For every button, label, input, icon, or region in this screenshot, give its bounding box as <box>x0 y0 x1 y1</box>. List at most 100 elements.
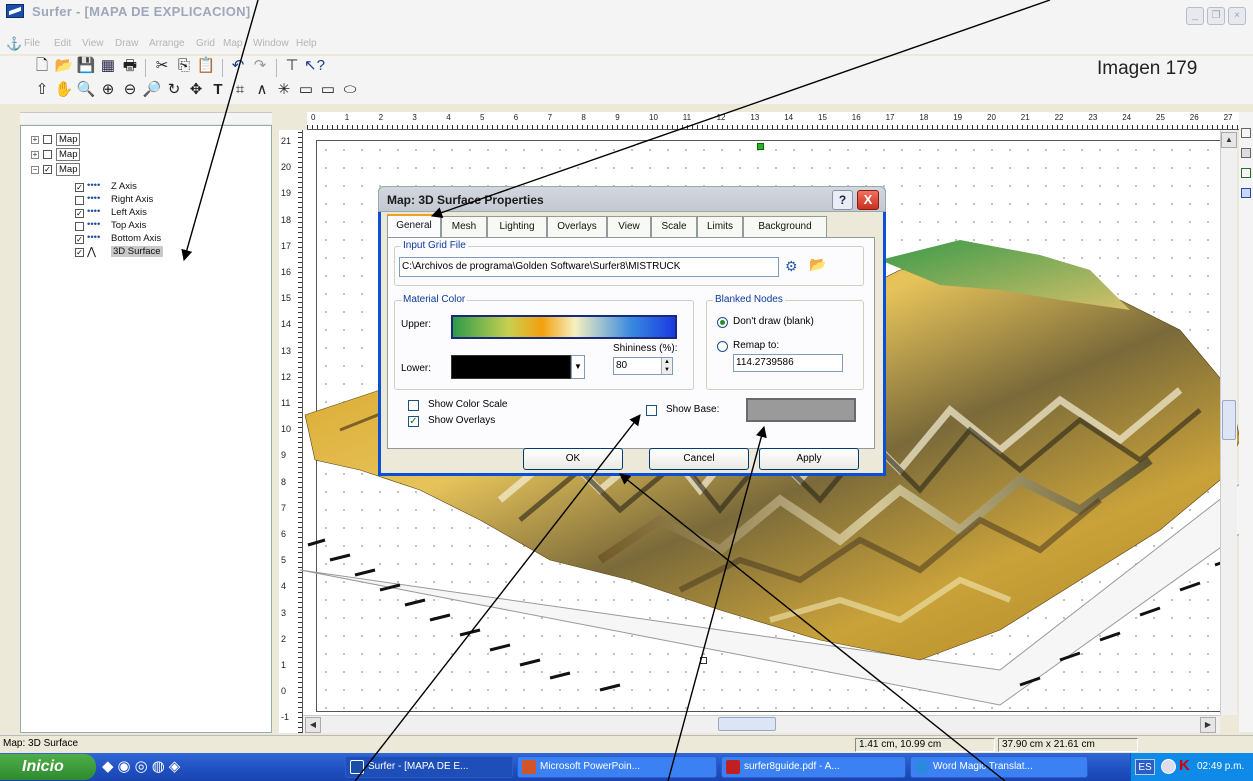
tree-item-map-1[interactable]: Map <box>56 133 81 146</box>
tree-item-right-axis[interactable]: Right Axis <box>111 194 153 205</box>
dialog-help-button[interactable]: ? <box>832 190 853 210</box>
lower-color-swatch[interactable] <box>451 355 571 379</box>
apply-button[interactable]: Apply <box>759 448 859 470</box>
ellipse-icon[interactable]: ⬭ <box>340 80 360 100</box>
tab-scale[interactable]: Scale <box>651 216 697 237</box>
map-1-checkbox[interactable] <box>43 135 52 144</box>
move-icon[interactable]: ✥ <box>186 80 206 100</box>
selection-handle[interactable] <box>757 143 764 150</box>
properties-icon[interactable]: ⊤ <box>282 56 302 76</box>
new-icon[interactable]: 🗋 <box>32 56 52 76</box>
tree-item-bottom-axis[interactable]: Bottom Axis <box>111 233 161 244</box>
text-icon[interactable]: T <box>208 80 228 100</box>
close-button[interactable]: × <box>1228 7 1246 25</box>
menu-edit[interactable]: Edit <box>54 38 71 49</box>
rounded-rectangle-icon[interactable]: ▭ <box>318 80 338 100</box>
collapse-icon[interactable]: − <box>31 166 39 174</box>
tree-item-z-axis[interactable]: Z Axis <box>111 181 137 192</box>
zoom-out-icon[interactable]: ⊖ <box>120 80 140 100</box>
tab-limits[interactable]: Limits <box>697 216 743 237</box>
tree-item-left-axis[interactable]: Left Axis <box>111 207 147 218</box>
task-powerpoint[interactable]: Microsoft PowerPoin... <box>517 756 717 778</box>
zoom-rect-icon[interactable]: 🔎 <box>142 80 162 100</box>
menu-draw[interactable]: Draw <box>115 38 138 49</box>
remap-radio[interactable] <box>717 341 728 352</box>
open-icon[interactable]: 📂 <box>54 56 74 76</box>
remap-value-input[interactable]: 114.2739586 <box>733 354 843 372</box>
polygon-icon[interactable]: ⌗ <box>230 80 250 100</box>
base-color-swatch[interactable] <box>746 398 856 422</box>
zoom-icon[interactable]: 🔍 <box>76 80 96 100</box>
shininess-spinner[interactable]: ▲ ▼ <box>661 358 672 374</box>
vertical-scrollbar[interactable]: ▲ <box>1220 130 1237 715</box>
rectangle-icon[interactable]: ▭ <box>296 80 316 100</box>
chevron-down-icon[interactable]: ▼ <box>571 355 585 379</box>
tab-background[interactable]: Background <box>743 216 827 237</box>
scroll-right-icon[interactable]: ▶ <box>1200 717 1216 733</box>
z-axis-checkbox[interactable]: ✓ <box>75 183 84 192</box>
task-surfer[interactable]: Surfer - [MAPA DE E... <box>345 756 513 778</box>
show-color-scale-checkbox[interactable] <box>408 400 419 411</box>
grid-browse-icon[interactable]: ⚙ <box>785 258 803 276</box>
map-2-checkbox[interactable] <box>43 150 52 159</box>
minimize-button[interactable]: _ <box>1186 7 1204 25</box>
tab-lighting[interactable]: Lighting <box>487 216 547 237</box>
show-overlays-checkbox[interactable]: ✓ <box>408 416 419 427</box>
redo-icon[interactable]: ↷ <box>250 56 270 76</box>
surface-checkbox[interactable]: ✓ <box>75 248 84 257</box>
rotate-icon[interactable]: ↻ <box>164 80 184 100</box>
menu-map[interactable]: Map <box>223 38 242 49</box>
symbol-icon[interactable]: ✳ <box>274 80 294 100</box>
map-3-checkbox[interactable]: ✓ <box>43 165 52 174</box>
tool-icon[interactable] <box>1241 168 1251 178</box>
top-axis-checkbox[interactable] <box>75 222 84 231</box>
dialog-title-bar[interactable]: Map: 3D Surface Properties ? X <box>378 186 886 212</box>
tree-item-top-axis[interactable]: Top Axis <box>111 220 146 231</box>
undo-icon[interactable]: ↶ <box>228 56 248 76</box>
tab-general[interactable]: General <box>387 214 441 238</box>
help-pointer-icon[interactable]: ↖? <box>304 56 325 76</box>
hand-icon[interactable]: ✋ <box>54 80 74 100</box>
tree-item-map-3[interactable]: Map <box>56 163 81 176</box>
expand-icon[interactable]: + <box>31 151 39 159</box>
document-menu-icon[interactable]: ⚓ <box>6 36 22 51</box>
right-axis-checkbox[interactable] <box>75 196 84 205</box>
tab-view[interactable]: View <box>607 216 651 237</box>
tool-icon[interactable] <box>1241 128 1251 138</box>
tree-item-map-2[interactable]: Map <box>56 148 81 161</box>
tool-icon[interactable] <box>1241 188 1251 198</box>
copy-icon[interactable]: ⎘ <box>174 56 194 76</box>
show-base-checkbox[interactable] <box>646 405 657 416</box>
ok-button[interactable]: OK <box>523 448 623 470</box>
scroll-left-icon[interactable]: ◀ <box>305 717 321 733</box>
input-grid-path-field[interactable]: C:\Archivos de programa\Golden Software\… <box>399 257 779 277</box>
horizontal-scroll-thumb[interactable] <box>718 717 776 731</box>
paste-icon[interactable]: 📋 <box>196 56 216 76</box>
horizontal-scrollbar[interactable]: ◀ ▶ <box>303 715 1220 733</box>
save-icon[interactable]: 💾 <box>76 56 96 76</box>
print-icon[interactable]: 🖶 <box>120 56 140 76</box>
scroll-up-icon[interactable]: ▲ <box>1221 132 1237 148</box>
dont-draw-radio[interactable] <box>717 317 728 328</box>
quick-launch-icons[interactable]: ◆◉◎◍◈ <box>102 757 332 777</box>
menu-grid[interactable]: Grid <box>196 38 215 49</box>
vertical-scroll-thumb[interactable] <box>1222 400 1236 440</box>
k-icon[interactable]: K <box>1179 757 1190 774</box>
folder-open-icon[interactable]: 📂 <box>809 256 829 274</box>
cut-icon[interactable]: ✂ <box>152 56 172 76</box>
tray-icon[interactable] <box>1161 759 1176 774</box>
bottom-axis-checkbox[interactable]: ✓ <box>75 235 84 244</box>
task-pdf[interactable]: surfer8guide.pdf - A... <box>721 756 906 778</box>
tool-icon[interactable] <box>1241 148 1251 158</box>
restore-button[interactable]: ❐ <box>1207 7 1225 25</box>
dialog-close-button[interactable]: X <box>857 190 879 210</box>
zoom-in-icon[interactable]: ⊕ <box>98 80 118 100</box>
polyline-icon[interactable]: ∧ <box>252 80 272 100</box>
left-axis-checkbox[interactable]: ✓ <box>75 209 84 218</box>
start-button[interactable]: Inicio <box>0 754 96 780</box>
expand-icon[interactable]: + <box>31 136 39 144</box>
language-indicator[interactable]: ES <box>1135 759 1155 775</box>
menu-view[interactable]: View <box>82 38 104 49</box>
cancel-button[interactable]: Cancel <box>649 448 749 470</box>
worksheet-icon[interactable]: ▦ <box>98 56 118 76</box>
